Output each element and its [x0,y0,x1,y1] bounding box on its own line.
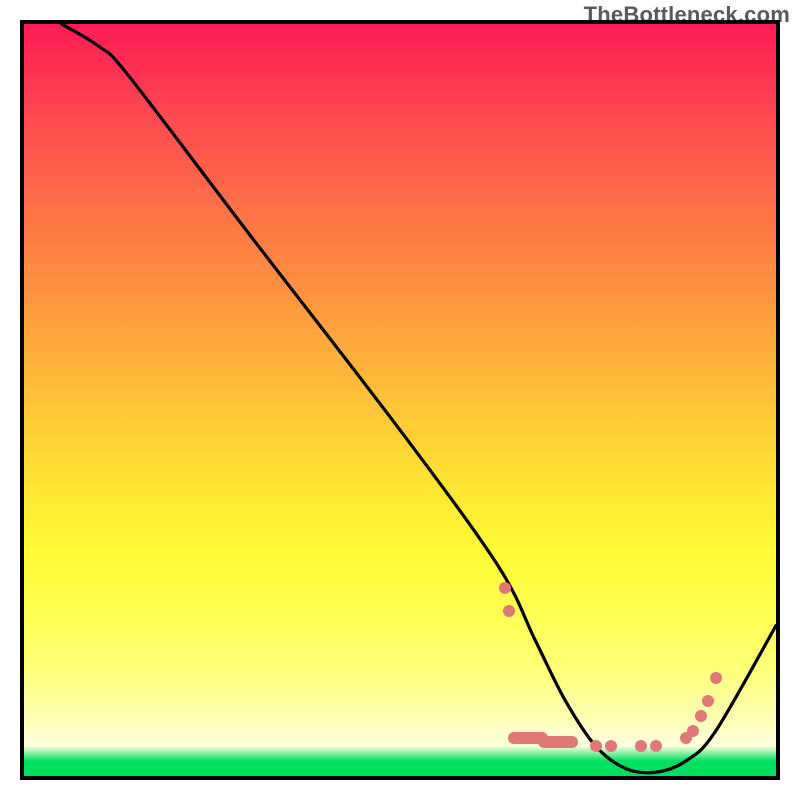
highlight-point [635,740,647,752]
highlight-point [702,695,714,707]
highlight-points-layer [24,24,776,776]
highlight-point [687,725,699,737]
highlight-point [605,740,617,752]
highlight-point [710,672,722,684]
highlight-point [503,605,515,617]
highlight-point [499,582,511,594]
highlight-point [695,710,707,722]
plot-area [20,20,780,780]
chart-container: TheBottleneck.com [0,0,800,800]
highlight-point [650,740,662,752]
highlight-point [538,736,578,748]
highlight-point [590,740,602,752]
